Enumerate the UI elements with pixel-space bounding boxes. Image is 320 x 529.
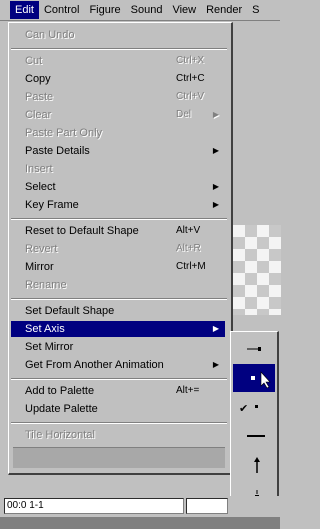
menu-separator xyxy=(11,218,227,220)
menu-item-tile-horizontal[interactable]: Tile Horizontal xyxy=(11,427,225,443)
menu-item-paste-details[interactable]: Paste Details ▶ xyxy=(11,143,225,159)
menu-item-update-palette[interactable]: Update Palette xyxy=(11,401,225,417)
submenu-arrow-icon: ▶ xyxy=(212,360,219,369)
axis-left-icon xyxy=(247,347,261,351)
menu-item-label: Copy xyxy=(25,73,51,85)
canvas-checkerboard[interactable] xyxy=(232,225,281,315)
menu-item-label: Mirror xyxy=(25,261,54,273)
menu-item-label: Paste xyxy=(25,91,54,103)
menu-item-paste[interactable]: Paste Ctrl+V xyxy=(11,89,225,105)
menubar-item-figure[interactable]: Figure xyxy=(84,1,125,19)
axis-option-5[interactable] xyxy=(233,451,275,479)
menu-item-mirror[interactable]: Mirror Ctrl+M xyxy=(11,259,225,275)
menu-item-label: Rename xyxy=(25,279,67,291)
menu-item-shortcut: Alt+= xyxy=(176,385,200,396)
menu-item-label: Set Mirror xyxy=(25,341,74,353)
axis-option-3[interactable]: ✔ xyxy=(233,393,275,421)
menubar-item-edit[interactable]: Edit xyxy=(10,1,39,19)
menu-item-label: Set Axis xyxy=(25,323,65,335)
menubar-item-control[interactable]: Control xyxy=(39,1,84,19)
menu-item-shortcut: Del xyxy=(176,109,192,120)
menu-item-label: Get From Another Animation xyxy=(25,359,164,371)
menu-item-rename[interactable]: Rename xyxy=(11,277,225,293)
menu-item-label: Reset to Default Shape xyxy=(25,225,139,237)
menu-item-get-from-another-animation[interactable]: Get From Another Animation ▶ xyxy=(11,357,225,373)
submenu-arrow-icon: ▶ xyxy=(212,182,219,191)
menu-item-label: Clear xyxy=(25,109,52,121)
menu-item-shortcut: Ctrl+V xyxy=(176,91,205,102)
menu-separator xyxy=(11,422,227,424)
menu-separator xyxy=(11,298,227,300)
submenu-arrow-icon: ▶ xyxy=(212,146,219,155)
menu-item-label: Cut xyxy=(25,55,43,67)
menu-item-label: Set Default Shape xyxy=(25,305,115,317)
menu-item-label: Tile Horizontal xyxy=(25,429,95,441)
axis-option-4[interactable] xyxy=(233,422,275,450)
menu-item-shortcut: Ctrl+M xyxy=(176,261,206,272)
menu-item-cut[interactable]: Cut Ctrl+X xyxy=(11,53,225,69)
menu-item-can-undo[interactable]: Can Undo xyxy=(11,27,225,43)
menubar-item-render[interactable]: Render xyxy=(201,1,247,19)
edit-menu: Can Undo Cut Ctrl+X Copy Ctrl+C Paste Ctrl+V Cl… xyxy=(8,22,233,475)
axis-vertical-icon xyxy=(254,457,260,473)
axis-option-1[interactable] xyxy=(233,335,275,363)
menu-bar: Edit Control Figure Sound View Render S xyxy=(0,0,280,21)
submenu-arrow-icon: ▶ xyxy=(212,200,219,209)
axis-dot-icon: ✔ xyxy=(239,402,258,415)
menu-item-label: Revert xyxy=(25,243,58,255)
menu-item-label: Add to Palette xyxy=(25,385,95,397)
menu-item-label: Select xyxy=(25,181,56,193)
menu-item-shortcut: Ctrl+C xyxy=(176,73,205,84)
menu-item-select[interactable]: Select ▶ xyxy=(11,179,225,195)
menubar-item-sound[interactable]: Sound xyxy=(126,1,168,19)
menu-item-label: Paste Details xyxy=(25,145,90,157)
menu-item-label: Key Frame xyxy=(25,199,79,211)
submenu-arrow-icon: ▶ xyxy=(212,324,219,333)
menu-item-add-to-palette[interactable]: Add to Palette Alt+= xyxy=(11,383,225,399)
menu-item-set-mirror[interactable]: Set Mirror xyxy=(11,339,225,355)
menu-item-set-axis[interactable]: Set Axis ▶ xyxy=(11,321,225,337)
menu-item-insert[interactable]: Insert xyxy=(11,161,225,177)
set-axis-submenu: ✔ xyxy=(230,331,279,514)
menu-item-label: Update Palette xyxy=(25,403,98,415)
axis-up-icon xyxy=(251,371,271,389)
menubar-item-s[interactable]: S xyxy=(247,1,264,19)
menu-item-shortcut: Alt+V xyxy=(176,225,201,236)
menu-item-label: Insert xyxy=(25,163,53,175)
menu-separator xyxy=(11,378,227,380)
menu-item-paste-part-only[interactable]: Paste Part Only xyxy=(11,125,225,141)
menu-item-set-default-shape[interactable]: Set Default Shape xyxy=(11,303,225,319)
menu-item-reset-to-default-shape[interactable]: Reset to Default Shape Alt+V xyxy=(11,223,225,239)
menu-item-revert[interactable]: Revert Alt+R xyxy=(11,241,225,257)
status-frame-field: 00:0 1-1 xyxy=(4,498,184,514)
status-field-secondary xyxy=(186,498,228,514)
menu-item-clear[interactable]: Clear Del ▶ xyxy=(11,107,225,123)
bottom-strip xyxy=(0,517,280,529)
menu-tearoff xyxy=(13,447,225,468)
menu-item-shortcut: Alt+R xyxy=(176,243,201,254)
axis-right-icon xyxy=(247,435,265,437)
axis-option-2[interactable] xyxy=(233,364,275,392)
menu-item-shortcut: Ctrl+X xyxy=(176,55,205,66)
submenu-arrow-icon: ▶ xyxy=(212,110,219,119)
svg-text:✔: ✔ xyxy=(239,402,248,415)
menu-item-label: Paste Part Only xyxy=(25,127,103,139)
menu-item-key-frame[interactable]: Key Frame ▶ xyxy=(11,197,225,213)
menu-item-copy[interactable]: Copy Ctrl+C xyxy=(11,71,225,87)
menubar-item-view[interactable]: View xyxy=(167,1,201,19)
menu-item-label: Can Undo xyxy=(25,29,75,41)
menu-separator xyxy=(11,48,227,50)
